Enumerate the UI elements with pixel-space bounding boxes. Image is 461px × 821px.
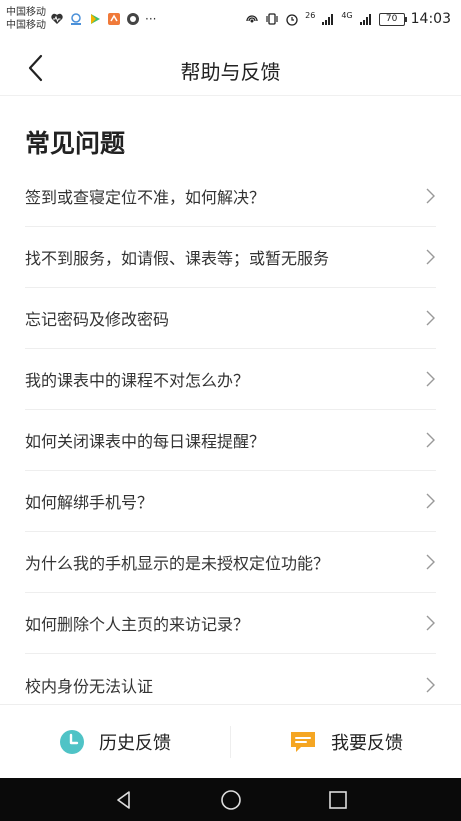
signal-icon-2 — [359, 14, 371, 25]
page-title: 帮助与反馈 — [180, 60, 281, 84]
chat-bubble-icon — [291, 731, 315, 752]
faq-item-label: 签到或查寝定位不准，如何解决？ — [25, 188, 266, 207]
submit-feedback-label: 我要反馈 — [331, 732, 403, 754]
faq-list: 签到或查寝定位不准，如何解决？ 找不到服务，如请假、课表等；或暂无服务 忘记密码… — [0, 166, 461, 715]
app-notification-icon — [71, 13, 81, 25]
network-1-label: 26 — [305, 11, 316, 20]
app-header: 帮助与反馈 — [0, 40, 461, 96]
square-recents-icon — [328, 790, 347, 809]
faq-item-unbind-phone[interactable]: 如何解绑手机号？ — [25, 471, 436, 532]
faq-item-label: 如何删除个人主页的来访记录？ — [25, 615, 250, 634]
circle-home-icon — [220, 789, 241, 810]
app-orange-icon — [108, 13, 120, 25]
faq-section-title: 常见问题 — [25, 129, 126, 158]
faq-item-label: 如何关闭课表中的每日课程提醒？ — [25, 432, 266, 451]
status-bar: 中国移动 中国移动 ··· 26 4G 70 14:03 — [0, 0, 461, 40]
faq-item-service-missing[interactable]: 找不到服务，如请假、课表等；或暂无服务 — [25, 227, 436, 288]
history-feedback-label: 历史反馈 — [99, 732, 171, 754]
submit-feedback-button[interactable]: 我要反馈 — [231, 705, 461, 778]
history-feedback-button[interactable]: 历史反馈 — [0, 705, 230, 778]
carrier-info: 中国移动 中国移动 — [6, 6, 46, 32]
chevron-right-icon — [426, 310, 435, 326]
faq-item-wrong-course[interactable]: 我的课表中的课程不对怎么办？ — [25, 349, 436, 410]
clock-icon — [60, 729, 84, 754]
bottom-action-bar: 历史反馈 我要反馈 — [0, 704, 461, 778]
faq-item-label: 如何解绑手机号？ — [25, 493, 154, 512]
heart-rate-icon — [51, 13, 63, 24]
faq-item-disable-reminder[interactable]: 如何关闭课表中的每日课程提醒？ — [25, 410, 436, 471]
chevron-right-icon — [426, 432, 435, 448]
system-nav-bar — [0, 778, 461, 821]
faq-item-label: 校内身份无法认证 — [25, 676, 154, 696]
faq-item-forgot-password[interactable]: 忘记密码及修改密码 — [25, 288, 436, 349]
faq-item-label: 忘记密码及修改密码 — [25, 310, 170, 329]
alarm-icon — [286, 14, 298, 26]
network-2-label: 4G — [341, 11, 353, 20]
battery-icon: 70 — [378, 12, 407, 26]
chevron-right-icon — [426, 249, 435, 265]
nav-back-button[interactable] — [104, 785, 144, 815]
triangle-back-icon — [116, 790, 130, 809]
faq-item-label: 我的课表中的课程不对怎么办？ — [25, 371, 250, 390]
chevron-right-icon — [426, 677, 435, 692]
status-time: 14:03 — [410, 11, 451, 27]
signal-icon-1 — [322, 14, 334, 25]
vibrate-icon — [266, 13, 278, 25]
faq-item-label: 为什么我的手机显示的是未授权定位功能？ — [25, 554, 330, 573]
chevron-right-icon — [426, 554, 435, 570]
carrier-line-1: 中国移动 — [6, 7, 46, 18]
faq-item-label: 找不到服务，如请假、课表等；或暂无服务 — [25, 249, 330, 268]
notification-icons: ··· — [50, 12, 156, 26]
app-dark-icon — [127, 13, 139, 25]
chevron-right-icon — [426, 188, 435, 204]
nav-home-button[interactable] — [211, 785, 251, 815]
carrier-line-2: 中国移动 — [6, 20, 46, 31]
faq-item-location-unauthorized[interactable]: 为什么我的手机显示的是未授权定位功能？ — [25, 532, 436, 593]
faq-item-delete-visitors[interactable]: 如何删除个人主页的来访记录？ — [25, 593, 436, 654]
hotspot-icon — [246, 15, 258, 23]
system-indicators: 26 4G 70 14:03 — [245, 11, 451, 27]
chevron-right-icon — [426, 371, 435, 387]
faq-item-location-inaccurate[interactable]: 签到或查寝定位不准，如何解决？ — [25, 166, 436, 227]
play-store-icon — [91, 14, 100, 24]
chevron-right-icon — [426, 615, 435, 631]
more-notifications-icon: ··· — [145, 12, 157, 26]
nav-recents-button[interactable] — [318, 785, 358, 815]
chevron-right-icon — [426, 493, 435, 509]
